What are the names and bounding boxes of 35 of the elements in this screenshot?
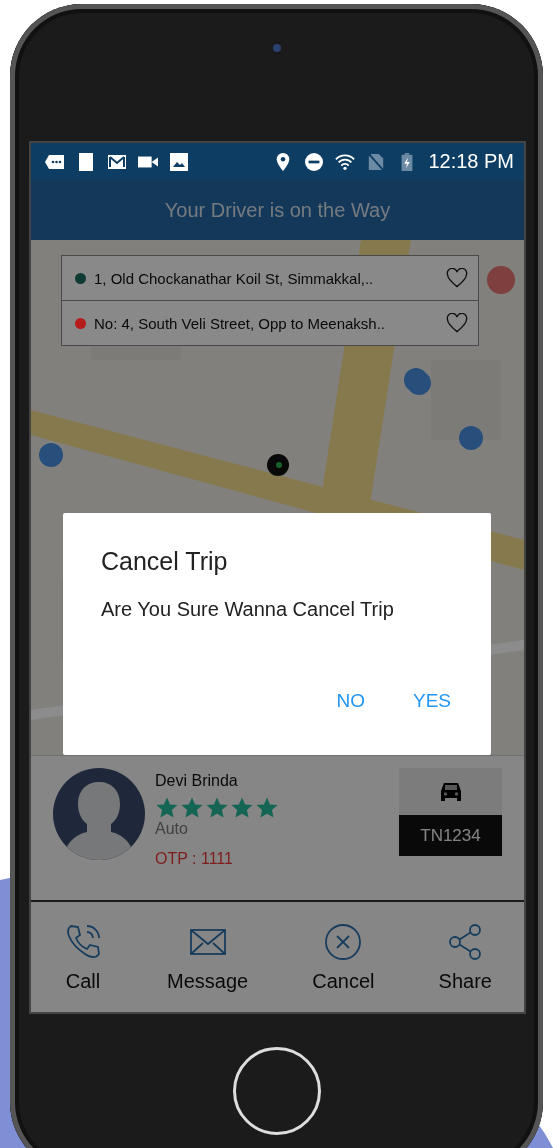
driver-name: Devi Brinda [155, 772, 239, 790]
close-circle-icon [323, 921, 364, 962]
address-text: No: 4, South Veli Street, Opp to Meenaksh.. [94, 314, 386, 332]
action-button[interactable]: Message [167, 921, 249, 993]
mail-icon [107, 152, 127, 171]
wifi-icon [335, 152, 356, 171]
star-icon [180, 796, 204, 820]
document-icon [76, 152, 96, 171]
status-time: 12:18 PM [428, 150, 514, 173]
heart-icon[interactable] [446, 268, 468, 288]
dialog-button[interactable]: YES [410, 686, 453, 716]
address-text: 1, Old Chockanathar Koil St, Simmakkal,.. [94, 269, 375, 287]
home-button[interactable] [232, 1047, 321, 1135]
otp-code: OTP : 1111 [155, 850, 234, 868]
chat-icon [45, 152, 65, 171]
vehicle-type: Auto [155, 820, 189, 838]
action-button[interactable]: Call [63, 921, 103, 993]
address-field[interactable]: 1, Old Chockanathar Koil St, Simmakkal,.. [61, 255, 479, 301]
do-not-disturb-icon [304, 152, 325, 171]
dialog-button[interactable]: NO [334, 686, 367, 716]
star-icon [255, 796, 279, 820]
camera-dot [272, 44, 281, 52]
dialog-title: Cancel Trip [101, 547, 229, 576]
star-icon [155, 796, 179, 820]
star-icon [205, 796, 229, 820]
license-plate: TN1234 [399, 815, 502, 856]
action-button[interactable]: Cancel [312, 921, 375, 993]
dialog-message: Are You Sure Wanna Cancel Trip [101, 598, 395, 621]
star-icon [230, 796, 254, 820]
no-sim-icon [366, 152, 387, 171]
address-field[interactable]: No: 4, South Veli Street, Opp to Meenaksh.. [61, 300, 479, 346]
heart-icon[interactable] [446, 313, 468, 333]
image-icon [169, 152, 189, 171]
action-button[interactable]: Share [438, 921, 492, 993]
header-title: Your Driver is on the Way [164, 198, 391, 222]
